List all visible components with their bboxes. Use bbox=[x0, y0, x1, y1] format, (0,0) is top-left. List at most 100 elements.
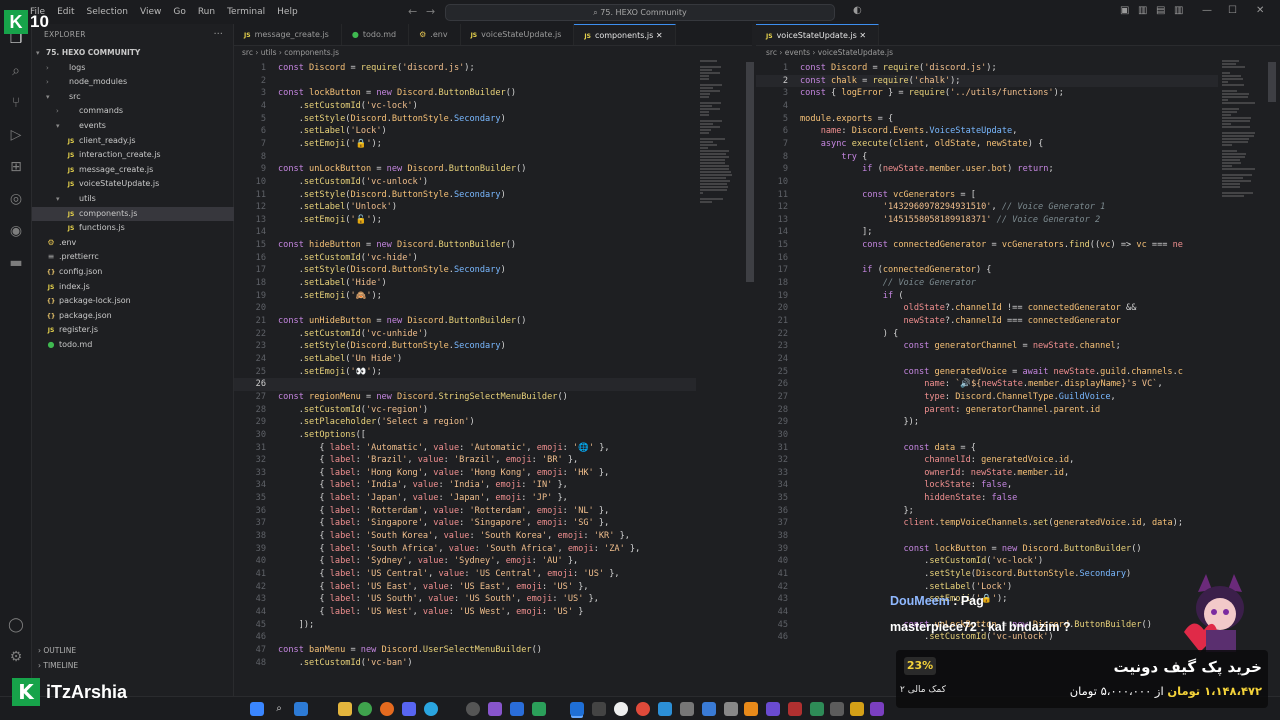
minimize-icon[interactable]: — bbox=[1202, 5, 1212, 16]
gitlens-icon[interactable]: ◉ bbox=[7, 222, 25, 240]
telegram-icon[interactable] bbox=[424, 702, 438, 716]
close-icon[interactable]: ✕ bbox=[857, 31, 866, 40]
tree-item-index-js[interactable]: JS index.js bbox=[32, 280, 234, 295]
app-icon[interactable] bbox=[870, 702, 884, 716]
breadcrumb-item[interactable]: src bbox=[766, 48, 777, 57]
file-explorer-icon[interactable] bbox=[338, 702, 352, 716]
close-icon[interactable]: ✕ bbox=[1256, 5, 1264, 16]
app-icon[interactable] bbox=[766, 702, 780, 716]
menu-item-go[interactable]: Go bbox=[173, 7, 185, 17]
tree-item-todo-md[interactable]: ● todo.md bbox=[32, 338, 234, 353]
firefox-icon[interactable] bbox=[380, 702, 394, 716]
menu-item-selection[interactable]: Selection bbox=[87, 7, 128, 17]
more-actions-icon[interactable]: ··· bbox=[213, 24, 223, 46]
start-icon[interactable] bbox=[250, 702, 264, 716]
tab-components-js[interactable]: JS components.js ✕ bbox=[574, 24, 676, 45]
copilot-icon[interactable]: ◐ bbox=[853, 5, 862, 16]
vtuber-avatar bbox=[1184, 574, 1244, 652]
app-icon[interactable] bbox=[510, 702, 524, 716]
search-icon[interactable]: ⌕ bbox=[272, 702, 286, 716]
discord-icon[interactable] bbox=[402, 702, 416, 716]
layout-icon[interactable]: ▣ bbox=[1120, 5, 1129, 16]
app-icon[interactable] bbox=[614, 702, 628, 716]
back-arrow-icon[interactable]: ← bbox=[408, 5, 417, 18]
toggle-panel-icon[interactable]: ▤ bbox=[1156, 5, 1165, 16]
tree-item-register-js[interactable]: JS register.js bbox=[32, 323, 234, 338]
tree-item-src[interactable]: ▾ src bbox=[32, 90, 234, 105]
search-icon[interactable]: ⌕ bbox=[7, 62, 25, 80]
outline-section[interactable]: › OUTLINE bbox=[32, 644, 234, 658]
tree-item-voicestateupdate-js[interactable]: JS voiceStateUpdate.js bbox=[32, 177, 234, 192]
tree-item--env[interactable]: ⚙ .env bbox=[32, 236, 234, 251]
breadcrumb-item[interactable]: utils bbox=[261, 48, 277, 57]
tab-voicestateupdate-js[interactable]: JS voiceStateUpdate.js ✕ bbox=[756, 24, 880, 45]
tree-item-interaction-create-js[interactable]: JS interaction_create.js bbox=[32, 148, 234, 163]
tree-item-components-js[interactable]: JS components.js bbox=[32, 206, 234, 222]
menu-item-run[interactable]: Run bbox=[198, 7, 215, 17]
steam-icon[interactable] bbox=[702, 702, 716, 716]
left-code-editor[interactable]: 1 const Discord = require('discord.js'); 2… bbox=[234, 60, 696, 672]
tab--env[interactable]: ⚙ .env bbox=[409, 24, 461, 45]
toggle-sidebar-icon[interactable]: ▥ bbox=[1138, 5, 1147, 16]
tree-item-events[interactable]: ▾ events bbox=[32, 119, 234, 134]
tab-message-create-js[interactable]: JS message_create.js bbox=[234, 24, 342, 45]
menu-item-view[interactable]: View bbox=[140, 7, 161, 17]
project-root[interactable]: ▾ 75. HEXO COMMUNITY bbox=[32, 46, 234, 61]
toggle-secondary-sidebar-icon[interactable]: ▥ bbox=[1174, 5, 1183, 16]
tree-item-package-json[interactable]: {} package.json bbox=[32, 309, 234, 324]
menu-item-terminal[interactable]: Terminal bbox=[227, 7, 265, 17]
maximize-icon[interactable]: ☐ bbox=[1228, 5, 1237, 16]
app-icon[interactable] bbox=[658, 702, 672, 716]
breadcrumb-item[interactable]: events bbox=[785, 48, 810, 57]
close-icon[interactable]: ✕ bbox=[653, 31, 663, 40]
terminal-icon[interactable]: ▬ bbox=[7, 254, 25, 272]
right-scrollbar[interactable] bbox=[1268, 62, 1276, 102]
left-minimap[interactable] bbox=[700, 60, 740, 680]
code-token: 'Un Hide' bbox=[350, 353, 398, 364]
app-icon[interactable] bbox=[810, 702, 824, 716]
extensions-icon[interactable]: ⊞ bbox=[7, 158, 25, 176]
app-icon[interactable] bbox=[830, 702, 844, 716]
tab-voicestateupdate-js[interactable]: JS voiceStateUpdate.js bbox=[461, 24, 575, 45]
app-icon[interactable] bbox=[592, 702, 606, 716]
vscode-icon[interactable] bbox=[570, 702, 584, 716]
tree-item-functions-js[interactable]: JS functions.js bbox=[32, 221, 234, 236]
tree-item-utils[interactable]: ▾ utils bbox=[32, 192, 234, 207]
app-icon[interactable] bbox=[850, 702, 864, 716]
tree-item-commands[interactable]: › commands bbox=[32, 104, 234, 119]
tree-item-node-modules[interactable]: › node_modules bbox=[32, 75, 234, 90]
remote-icon[interactable]: ◎ bbox=[7, 190, 25, 208]
app-icon[interactable] bbox=[788, 702, 802, 716]
right-code-editor[interactable]: 1 const Discord = require('discord.js'); 2… bbox=[756, 60, 1218, 672]
breadcrumb-item[interactable]: src bbox=[242, 48, 253, 57]
source-control-icon[interactable]: ⑂ bbox=[7, 94, 25, 112]
settings-gear-icon[interactable]: ⚙ bbox=[7, 648, 25, 666]
task-view-icon[interactable] bbox=[294, 702, 308, 716]
app-icon[interactable] bbox=[488, 702, 502, 716]
command-center[interactable]: ⌕ 75. HEXO Community bbox=[445, 4, 835, 21]
app-icon[interactable] bbox=[724, 702, 738, 716]
app-icon[interactable] bbox=[636, 702, 650, 716]
breadcrumb-item[interactable]: components.js bbox=[284, 48, 339, 57]
breadcrumb-item[interactable]: voiceStateUpdate.js bbox=[818, 48, 893, 57]
tree-item-config-json[interactable]: {} config.json bbox=[32, 265, 234, 280]
run-debug-icon[interactable]: ▷ bbox=[7, 126, 25, 144]
app-icon[interactable] bbox=[744, 702, 758, 716]
obs-icon[interactable] bbox=[466, 702, 480, 716]
app-icon[interactable] bbox=[532, 702, 546, 716]
tree-item-logs[interactable]: › logs bbox=[32, 61, 234, 76]
chrome-icon[interactable] bbox=[358, 702, 372, 716]
tree-item-message-create-js[interactable]: JS message_create.js bbox=[32, 163, 234, 178]
menu-item-edit[interactable]: Edit bbox=[57, 7, 74, 17]
app-icon[interactable] bbox=[680, 702, 694, 716]
tree-item-package-lock-json[interactable]: {} package-lock.json bbox=[32, 294, 234, 309]
left-scrollbar[interactable] bbox=[746, 62, 754, 282]
tab-todo-md[interactable]: ● todo.md bbox=[342, 24, 410, 45]
account-icon[interactable]: ◯ bbox=[7, 616, 25, 634]
forward-arrow-icon[interactable]: → bbox=[426, 5, 435, 18]
menu-item-help[interactable]: Help bbox=[277, 7, 298, 17]
tree-item--prettierrc[interactable]: ≡ .prettierrc bbox=[32, 250, 234, 265]
code-token: , bbox=[417, 594, 429, 605]
timeline-section[interactable]: › TIMELINE bbox=[32, 659, 234, 673]
tree-item-client-ready-js[interactable]: JS client_ready.js bbox=[32, 134, 234, 149]
